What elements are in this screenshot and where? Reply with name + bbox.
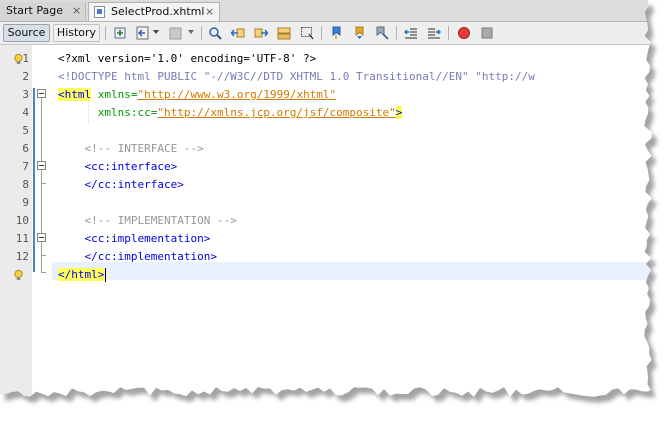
back-icon[interactable] bbox=[136, 26, 150, 40]
hint-lightbulb-icon[interactable] bbox=[14, 270, 23, 281]
shift-right-icon[interactable] bbox=[427, 26, 441, 40]
fold-end-mark bbox=[41, 255, 46, 256]
fold-end-mark bbox=[41, 272, 46, 273]
line-number: 9 bbox=[22, 196, 29, 209]
xml-declaration: <?xml version='1.0' encoding='UTF-8' ?> bbox=[58, 52, 317, 65]
toolbar-separator bbox=[201, 26, 202, 40]
chevron-down-icon[interactable] bbox=[188, 30, 194, 34]
find-icon[interactable] bbox=[208, 26, 222, 40]
tab-selectprod-xhtml[interactable]: SelectProd.xhtml × bbox=[88, 2, 220, 21]
fold-guide-line bbox=[41, 98, 42, 272]
xmlns-cc-attribute: xmlns:cc= bbox=[97, 106, 158, 119]
line-number: 2 bbox=[22, 70, 29, 83]
code-line-3: <html xmlns="http://www.w3.org/1999/xhtm… bbox=[58, 86, 336, 104]
code-line-1: <?xml version='1.0' encoding='UTF-8' ?> bbox=[58, 50, 316, 68]
cc-implementation-close-tag: </cc:implementation> bbox=[84, 250, 217, 263]
close-icon[interactable]: × bbox=[72, 2, 81, 20]
shift-left-icon[interactable] bbox=[404, 26, 418, 40]
toolbar-separator bbox=[321, 26, 322, 40]
code-editor[interactable]: <?xml version='1.0' encoding='UTF-8' ?> … bbox=[52, 45, 652, 397]
editor-toolbar: Source History bbox=[0, 22, 652, 45]
cc-interface-close-tag: </cc:interface> bbox=[84, 178, 184, 191]
cc-interface-open-tag: <cc:interface> bbox=[84, 160, 178, 173]
text-caret bbox=[105, 268, 107, 282]
implementation-comment: <!-- IMPLEMENTATION --> bbox=[84, 214, 237, 227]
toolbar-separator bbox=[105, 26, 106, 40]
tab-start-page[interactable]: Start Page × bbox=[0, 2, 86, 21]
torn-edge-clip: Start Page × SelectProd.xhtml × Source H… bbox=[0, 0, 652, 397]
toolbar-separator bbox=[448, 26, 449, 40]
line-number: 12 bbox=[15, 250, 29, 263]
line-number: 6 bbox=[22, 142, 29, 155]
close-icon[interactable]: × bbox=[205, 3, 214, 21]
code-line-7: <cc:interface> bbox=[58, 158, 178, 176]
code-line-13: </html> bbox=[58, 266, 107, 284]
start-macro-icon[interactable] bbox=[457, 26, 471, 40]
toggle-rectangular-selection-icon[interactable] bbox=[300, 26, 314, 40]
tag-match-bracket bbox=[33, 88, 35, 272]
next-bookmark-icon[interactable] bbox=[352, 26, 366, 40]
stop-macro-icon[interactable] bbox=[480, 26, 494, 40]
toggle-highlight-icon[interactable] bbox=[277, 26, 291, 40]
chevron-down-icon[interactable] bbox=[153, 30, 159, 34]
html-open-tag-close: > bbox=[395, 106, 403, 119]
xmlns-cc-value: "http://xmlns.jcp.org/jsf/composite" bbox=[157, 106, 396, 119]
xhtml-file-icon bbox=[94, 6, 105, 18]
line-number: 3 bbox=[22, 88, 29, 101]
hint-lightbulb-icon[interactable] bbox=[14, 54, 23, 65]
code-line-10: <!-- IMPLEMENTATION --> bbox=[58, 212, 237, 230]
cc-implementation-open-tag: <cc:implementation> bbox=[84, 232, 211, 245]
line-number: 8 bbox=[22, 178, 29, 191]
tab-label: Start Page bbox=[6, 4, 63, 17]
editor-tab-strip: Start Page × SelectProd.xhtml × bbox=[0, 0, 652, 22]
find-previous-icon[interactable] bbox=[231, 26, 245, 40]
tab-label: SelectProd.xhtml bbox=[111, 5, 205, 18]
xmlns-value: "http://www.w3.org/1999/xhtml" bbox=[137, 88, 337, 101]
code-line-6: <!-- INTERFACE --> bbox=[58, 140, 204, 158]
fold-collapse-icon[interactable] bbox=[37, 89, 46, 98]
code-line-12: </cc:implementation> bbox=[58, 248, 217, 266]
code-line-11: <cc:implementation> bbox=[58, 230, 211, 248]
line-number: 4 bbox=[22, 106, 29, 119]
line-number-gutter: 1 2 3 4 5 6 7 8 9 10 11 12 bbox=[0, 45, 33, 397]
line-number: 10 bbox=[15, 214, 29, 227]
toolbar-separator bbox=[396, 26, 397, 40]
forward-icon[interactable] bbox=[168, 26, 182, 40]
code-line-8: </cc:interface> bbox=[58, 176, 184, 194]
history-button[interactable]: History bbox=[53, 24, 100, 42]
find-next-icon[interactable] bbox=[254, 26, 268, 40]
fold-end-mark bbox=[41, 183, 46, 184]
line-number: 11 bbox=[15, 232, 29, 245]
toggle-bookmark-icon[interactable] bbox=[375, 26, 389, 40]
html-close-tag: </html> bbox=[58, 268, 105, 281]
fold-collapse-icon[interactable] bbox=[37, 233, 46, 242]
code-line-4: xmlns:cc="http://xmlns.jcp.org/jsf/compo… bbox=[58, 104, 403, 122]
line-number: 7 bbox=[22, 160, 29, 173]
xmlns-attribute: xmlns= bbox=[97, 88, 138, 101]
screenshot: Start Page × SelectProd.xhtml × Source H… bbox=[0, 0, 669, 423]
code-line-2: <!DOCTYPE html PUBLIC "-//W3C//DTD XHTML… bbox=[58, 68, 535, 86]
source-button[interactable]: Source bbox=[3, 24, 50, 42]
interface-comment: <!-- INTERFACE --> bbox=[84, 142, 204, 155]
line-number: 5 bbox=[22, 124, 29, 137]
html-open-tag: <html bbox=[58, 88, 92, 101]
fold-collapse-icon[interactable] bbox=[37, 161, 46, 170]
previous-bookmark-icon[interactable] bbox=[329, 26, 343, 40]
ide-window: Start Page × SelectProd.xhtml × Source H… bbox=[0, 0, 652, 397]
last-edit-icon[interactable] bbox=[113, 26, 127, 40]
doctype-declaration: <!DOCTYPE html PUBLIC "-//W3C//DTD XHTML… bbox=[58, 70, 535, 83]
